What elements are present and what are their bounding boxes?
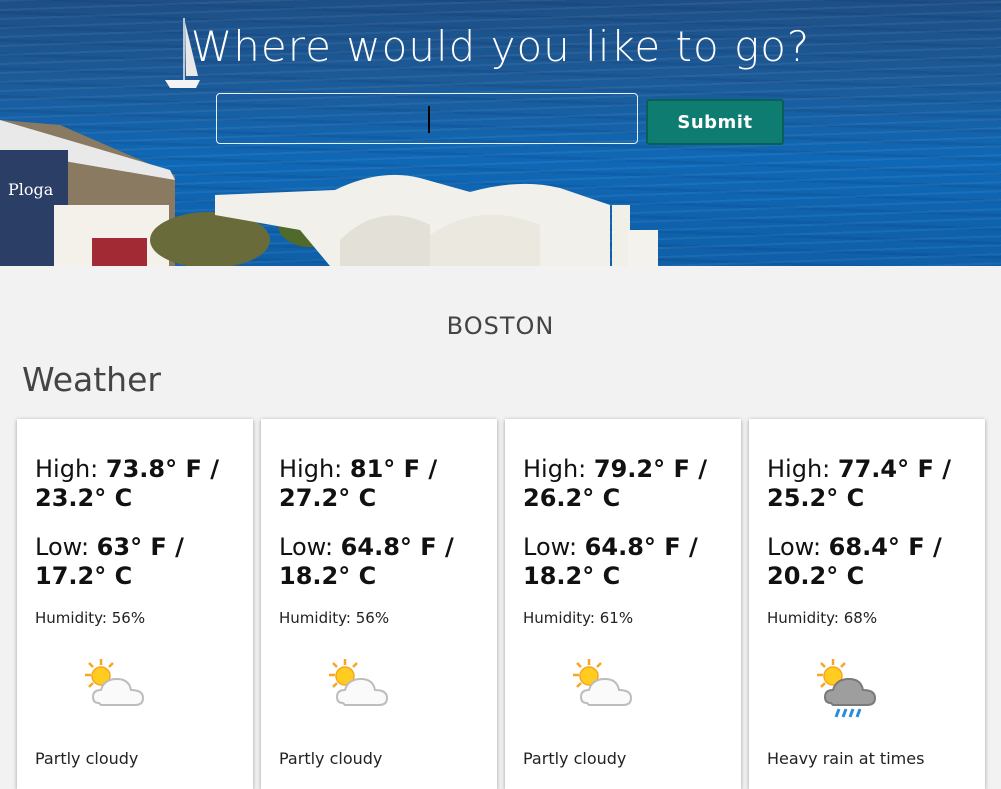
condition-text: Heavy rain at times: [767, 749, 925, 768]
low-temp: Low: 64.8° F / 18.2° C: [279, 533, 454, 590]
humidity: Humidity: 56%: [35, 609, 146, 627]
humidity: Humidity: 61%: [523, 609, 634, 627]
low-temp: Low: 68.4° F / 20.2° C: [767, 533, 942, 590]
submit-button[interactable]: Submit: [646, 99, 784, 145]
weather-heading: Weather: [22, 360, 161, 399]
partly-cloudy-icon: [323, 657, 397, 721]
low-temp: Low: 63° F / 17.2° C: [35, 533, 184, 590]
hero-banner: Ploga Where would you like to go? Submit: [0, 0, 1001, 266]
hero-title: Where would you like to go?: [190, 22, 811, 71]
humidity: Humidity: 68%: [767, 609, 878, 627]
high-temp: High: 79.2° F / 26.2° C: [523, 455, 707, 512]
destination-search-input[interactable]: [216, 93, 638, 144]
high-temp: High: 73.8° F / 23.2° C: [35, 455, 219, 512]
forecast-card: High: 73.8° F / 23.2° C Low: 63° F / 17.…: [17, 419, 253, 789]
city-name: BOSTON: [446, 312, 555, 340]
high-temp: High: 77.4° F / 25.2° C: [767, 455, 951, 512]
partly-cloudy-icon: [567, 657, 641, 721]
forecast-card: High: 81° F / 27.2° C Low: 64.8° F / 18.…: [261, 419, 497, 789]
heavy-rain-icon: [811, 657, 885, 721]
condition-text: Partly cloudy: [523, 749, 627, 768]
forecast-card: High: 77.4° F / 25.2° C Low: 68.4° F / 2…: [749, 419, 985, 789]
condition-text: Partly cloudy: [35, 749, 139, 768]
forecast-card: High: 79.2° F / 26.2° C Low: 64.8° F / 1…: [505, 419, 741, 789]
high-temp: High: 81° F / 27.2° C: [279, 455, 438, 512]
condition-text: Partly cloudy: [279, 749, 383, 768]
humidity: Humidity: 56%: [279, 609, 390, 627]
low-temp: Low: 64.8° F / 18.2° C: [523, 533, 698, 590]
text-caret: [428, 106, 430, 133]
partly-cloudy-icon: [79, 657, 153, 721]
